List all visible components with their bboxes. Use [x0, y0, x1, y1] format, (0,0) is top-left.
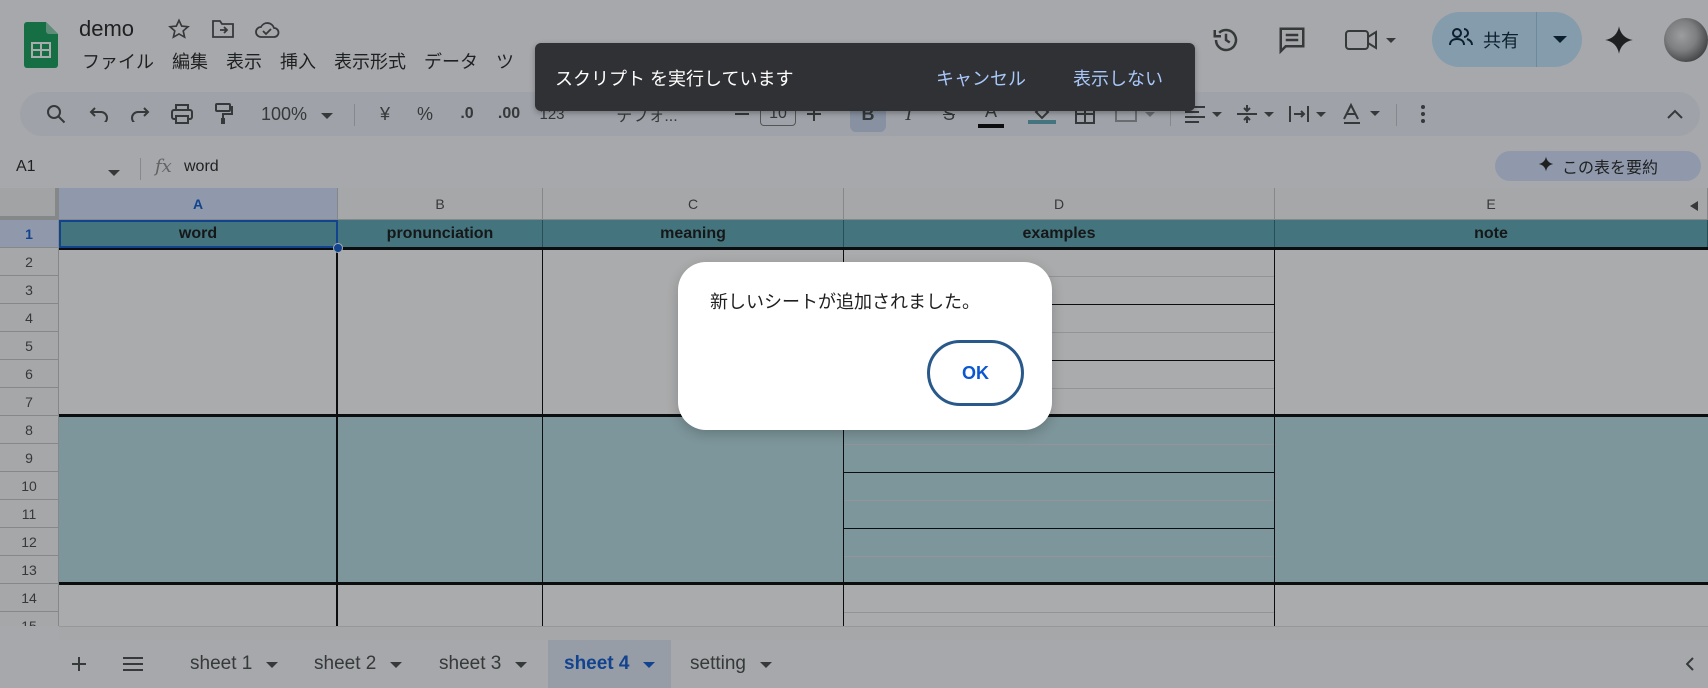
- script-running-toast: スクリプト を実行しています キャンセル 表示しない: [535, 43, 1195, 111]
- toast-cancel-button[interactable]: キャンセル: [936, 65, 1026, 91]
- toast-dismiss-button[interactable]: 表示しない: [1073, 65, 1163, 91]
- ok-button[interactable]: OK: [927, 340, 1024, 406]
- dialog-message: 新しいシートが追加されました。: [710, 292, 980, 312]
- toast-message: スクリプト を実行しています: [555, 69, 794, 89]
- alert-dialog: 新しいシートが追加されました。 OK: [678, 262, 1052, 430]
